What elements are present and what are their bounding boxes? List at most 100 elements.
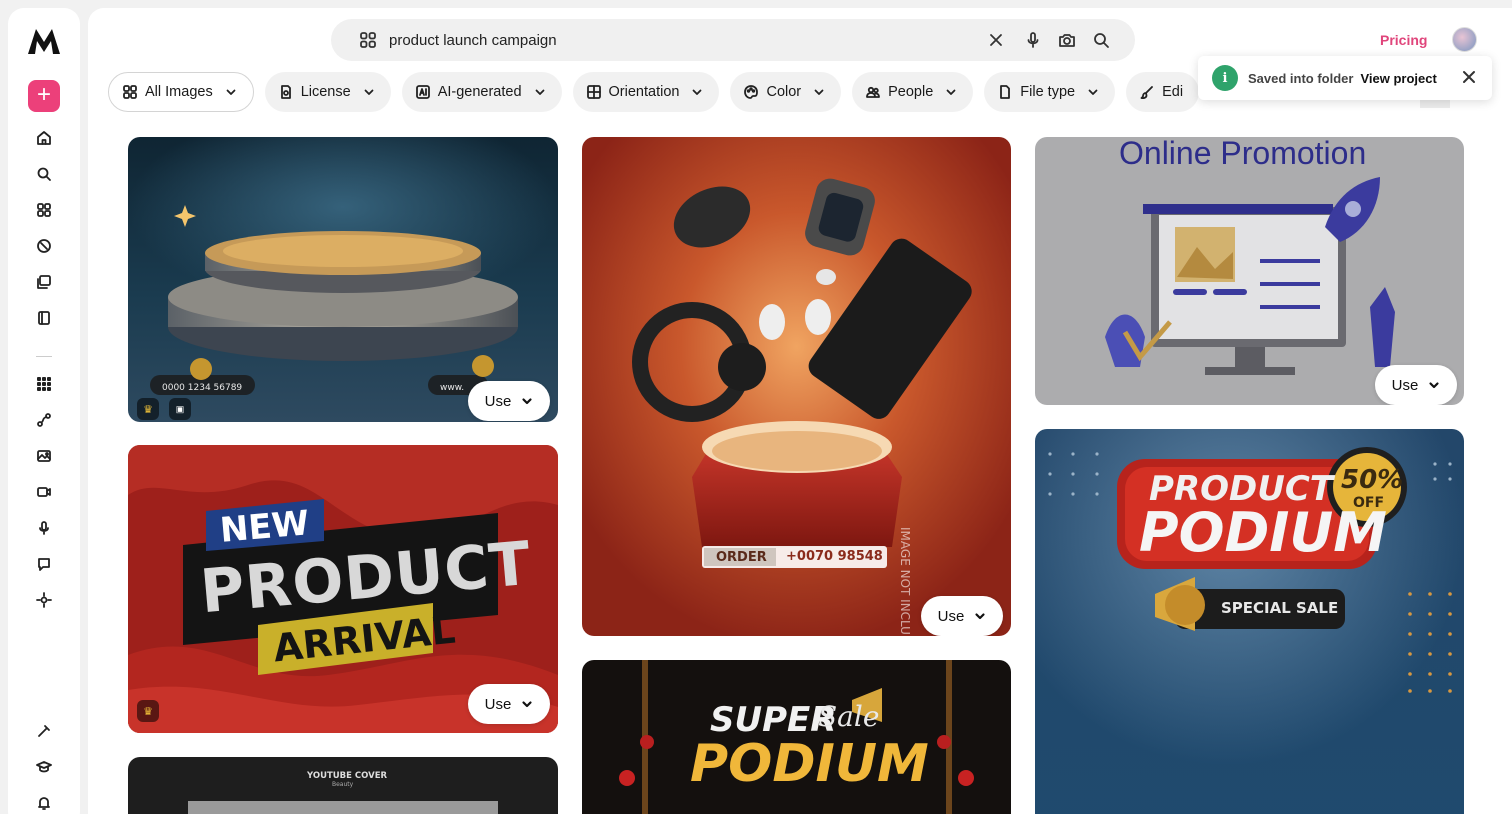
- close-icon[interactable]: [1462, 70, 1476, 84]
- avatar[interactable]: [1452, 27, 1477, 52]
- learn-icon[interactable]: [34, 757, 54, 777]
- pricing-link[interactable]: Pricing: [1380, 32, 1427, 48]
- use-button[interactable]: Use: [468, 684, 550, 724]
- notifications-icon[interactable]: [34, 793, 54, 813]
- palette-icon: [744, 85, 759, 99]
- filter-label: People: [888, 84, 934, 100]
- chevron-down-icon: [522, 701, 532, 708]
- filter-orientation[interactable]: Orientation: [572, 72, 720, 112]
- result-card-podium[interactable]: 0000 1234 56789 www. ♛ ▣ Use: [128, 137, 558, 422]
- camera-icon[interactable]: [1058, 31, 1076, 49]
- result-image: [128, 137, 558, 422]
- result-card-new-product[interactable]: NEW PRODUCT ARRIVAL ♛ Use: [128, 445, 558, 733]
- orientation-icon: [586, 85, 601, 99]
- use-label: Use: [484, 392, 512, 410]
- result-card-product-podium[interactable]: PRODUCT PODIUM 50% OFF SPECIAL SALE: [1035, 429, 1464, 814]
- chevron-down-icon: [693, 89, 702, 95]
- premium-crown-icon: ♛: [137, 398, 159, 420]
- result-card-youtube-cover[interactable]: YOUTUBE COVER Beauty: [128, 757, 558, 814]
- search-icon[interactable]: [1092, 31, 1110, 49]
- card-text-off: OFF: [1353, 495, 1385, 511]
- search-bar[interactable]: [331, 19, 1135, 61]
- filter-label: Orientation: [608, 84, 680, 100]
- apps-icon[interactable]: [359, 31, 377, 49]
- use-label: Use: [1391, 376, 1419, 394]
- apps-icon: [123, 85, 137, 99]
- use-button[interactable]: Use: [921, 596, 1003, 636]
- info-icon: i: [1212, 65, 1238, 91]
- result-card-online-promotion[interactable]: Online Promotion Use: [1035, 137, 1464, 405]
- filter-file-type[interactable]: File type: [984, 72, 1116, 112]
- filter-bar: All Images License AI-generated Orientat…: [108, 72, 1200, 112]
- library-icon[interactable]: [34, 308, 54, 328]
- chevron-down-icon: [1088, 89, 1098, 95]
- card-text-sale: Sale: [818, 700, 880, 733]
- card-text-phone: 0000 1234 56789: [162, 383, 243, 393]
- assets-icon[interactable]: [34, 236, 54, 256]
- card-text-special: SPECIAL SALE: [1221, 599, 1339, 617]
- chevron-down-icon: [535, 89, 544, 95]
- card-text-order: ORDER: [716, 550, 767, 565]
- filter-label: AI-generated: [437, 84, 522, 100]
- filter-label: Edi: [1162, 84, 1184, 100]
- use-label: Use: [484, 695, 512, 713]
- chevron-down-icon: [522, 398, 532, 405]
- home-icon[interactable]: [34, 128, 54, 148]
- card-text-percent: 50%: [1341, 465, 1404, 495]
- sidebar: +: [8, 8, 80, 814]
- card-text-title: YOUTUBE COVER: [307, 771, 388, 781]
- image-tool-icon[interactable]: [34, 446, 54, 466]
- chevron-down-icon: [1429, 382, 1439, 389]
- collections-icon[interactable]: [34, 272, 54, 292]
- video-tool-icon[interactable]: [34, 482, 54, 502]
- filter-all-images[interactable]: All Images: [108, 72, 254, 112]
- path-tool-icon[interactable]: [34, 410, 54, 430]
- ai-icon: [415, 85, 430, 99]
- use-button[interactable]: Use: [468, 381, 550, 421]
- filter-label: License: [300, 84, 351, 100]
- create-new-button[interactable]: +: [28, 80, 60, 112]
- search-input[interactable]: [389, 19, 969, 61]
- clear-icon[interactable]: [987, 31, 1005, 49]
- result-card-super-sale[interactable]: SUPER Sale PODIUM: [582, 660, 1011, 814]
- filter-ai-generated[interactable]: AI-generated: [401, 72, 562, 112]
- chevron-down-icon: [946, 89, 956, 95]
- card-text-podium: PODIUM: [1139, 501, 1387, 564]
- main-panel: Pricing All Images License AI-generated …: [88, 8, 1512, 814]
- file-icon: [1000, 85, 1011, 99]
- filter-people[interactable]: People: [852, 72, 974, 112]
- filter-label: File type: [1020, 84, 1076, 100]
- filter-label: Color: [766, 84, 802, 100]
- card-text-new: NEW: [218, 503, 311, 551]
- card-text-phone: +0070 98548: [786, 549, 883, 564]
- grid-apps-icon[interactable]: [34, 374, 54, 394]
- result-card-gadgets[interactable]: ORDER +0070 98548 IMAGE NOT INCLU Use: [582, 137, 1011, 636]
- chevron-down-icon: [975, 613, 985, 620]
- toast-notification: i Saved into folder View project: [1198, 56, 1492, 100]
- logo[interactable]: [26, 26, 62, 56]
- license-icon: [280, 85, 291, 99]
- chevron-down-icon: [226, 89, 236, 95]
- view-project-link[interactable]: View project: [1360, 71, 1436, 86]
- chat-tool-icon[interactable]: [34, 554, 54, 574]
- card-text-title: Online Promotion: [1119, 137, 1367, 171]
- plugin-icon[interactable]: [34, 721, 54, 741]
- use-label: Use: [937, 607, 965, 625]
- microphone-icon[interactable]: [34, 518, 54, 538]
- microphone-icon[interactable]: [1024, 31, 1042, 49]
- brush-icon: [1140, 86, 1153, 99]
- apps-icon[interactable]: [34, 200, 54, 220]
- card-text-side: IMAGE NOT INCLU: [898, 527, 912, 635]
- use-button[interactable]: Use: [1375, 365, 1457, 405]
- chevron-down-icon: [364, 89, 374, 95]
- hub-icon[interactable]: [34, 590, 54, 610]
- chevron-down-icon: [814, 89, 824, 95]
- filter-license[interactable]: License: [264, 72, 391, 112]
- search-icon[interactable]: [34, 164, 54, 184]
- filter-color[interactable]: Color: [730, 72, 842, 112]
- ai-generated-icon: ▣: [169, 398, 191, 420]
- card-text-web: www.: [440, 383, 465, 393]
- filter-label: All Images: [145, 84, 213, 100]
- people-icon: [866, 86, 881, 98]
- filter-edit[interactable]: Edi: [1126, 72, 1200, 112]
